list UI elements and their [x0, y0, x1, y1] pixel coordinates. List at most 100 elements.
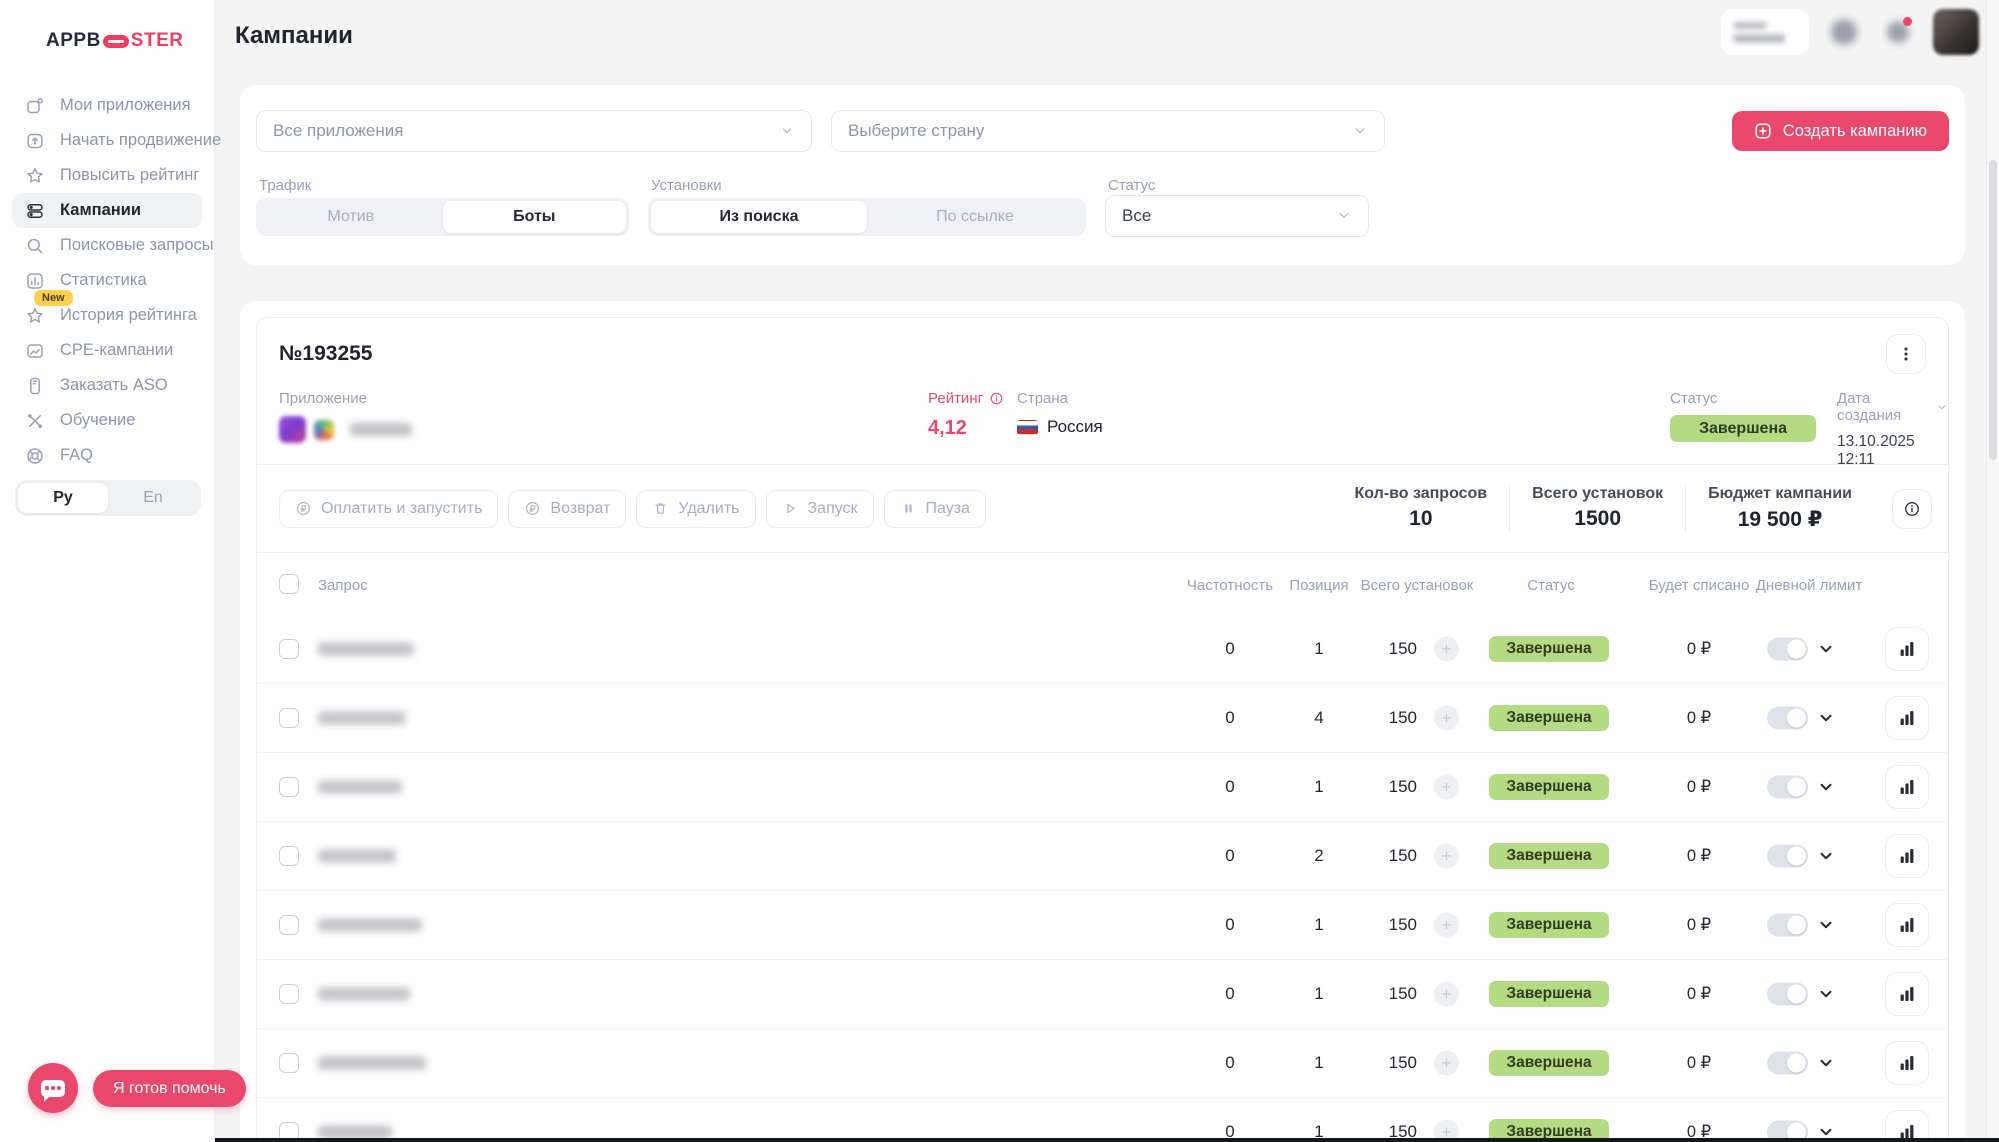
add-installs-button[interactable]: + [1434, 775, 1459, 800]
add-installs-button[interactable]: + [1434, 637, 1459, 662]
add-installs-button[interactable]: + [1434, 706, 1459, 731]
column-daily-limit: Дневной лимит [1756, 577, 1863, 594]
play-icon [782, 500, 799, 517]
sidebar-item-faq[interactable]: FAQ [12, 438, 202, 473]
row-checkbox[interactable] [279, 846, 299, 866]
user-avatar[interactable] [1933, 9, 1979, 55]
add-installs-button[interactable]: + [1434, 913, 1459, 938]
table-row: 0 1 150 + Завершена 0 ₽ [257, 753, 1948, 822]
language-toggle[interactable]: Ру En [15, 480, 201, 516]
bar-chart-icon [1897, 708, 1917, 728]
row-stats-button[interactable] [1885, 696, 1929, 740]
chat-button[interactable] [28, 1063, 78, 1113]
scrollbar-thumb[interactable] [1989, 160, 1997, 460]
row-checkbox[interactable] [279, 1053, 299, 1073]
bar-chart-icon [1897, 846, 1917, 866]
chevron-down-icon[interactable] [1817, 778, 1835, 796]
balance-pill-blurred[interactable] [1721, 9, 1809, 55]
chevron-down-icon[interactable] [1817, 709, 1835, 727]
chevron-down-icon[interactable] [1817, 640, 1835, 658]
row-stats-button[interactable] [1885, 834, 1929, 878]
traffic-option-bots[interactable]: Боты [443, 201, 627, 233]
info-icon[interactable] [989, 391, 1004, 406]
sidebar-item-education[interactable]: Обучение [12, 403, 202, 438]
row-stats-button[interactable] [1885, 765, 1929, 809]
row-checkbox[interactable] [279, 984, 299, 1004]
select-all-checkbox[interactable] [279, 574, 299, 594]
sidebar-item-campaigns[interactable]: Кампании [12, 193, 202, 228]
row-stats-button[interactable] [1885, 627, 1929, 671]
installs-option-search[interactable]: Из поиска [651, 201, 867, 233]
daily-limit-toggle[interactable] [1767, 707, 1808, 730]
stat-cell: Кол-во запросов 10 [1333, 485, 1510, 532]
query-text-blurred [318, 850, 396, 863]
currency-button[interactable] [1825, 13, 1863, 51]
charge-value: 0 ₽ [1687, 777, 1711, 797]
chevron-down-icon[interactable] [1817, 985, 1835, 1003]
frequency-value: 0 [1225, 915, 1234, 935]
row-status-badge: Завершена [1489, 1050, 1609, 1076]
sidebar-item-boost-rating[interactable]: Повысить рейтинг [12, 158, 202, 193]
chevron-down-icon[interactable] [1817, 847, 1835, 865]
traffic-option-motive[interactable]: Мотив [259, 201, 443, 233]
notifications-button[interactable] [1879, 13, 1917, 51]
campaign-menu-button[interactable] [1886, 334, 1926, 374]
sort-chevron-icon[interactable] [1936, 401, 1948, 414]
daily-limit-toggle[interactable] [1767, 983, 1808, 1006]
create-campaign-button[interactable]: Создать кампанию [1732, 111, 1949, 151]
column-query: Запрос [318, 577, 368, 594]
logo-text-prefix: APPB [46, 30, 101, 52]
query-text-blurred [318, 712, 406, 725]
country-label: Страна [1017, 390, 1103, 407]
daily-limit-toggle[interactable] [1767, 1052, 1808, 1075]
installs-value: 150 [1389, 915, 1417, 935]
lang-option-en[interactable]: En [108, 483, 198, 513]
sidebar-item-my-apps[interactable]: Мои приложения [12, 88, 202, 123]
add-installs-button[interactable]: + [1434, 1051, 1459, 1076]
query-text-blurred [318, 643, 414, 656]
help-button[interactable]: Я готов помочь [93, 1070, 246, 1107]
chevron-down-icon[interactable] [1817, 916, 1835, 934]
currency-icon [1831, 19, 1857, 45]
chevron-down-icon [1336, 208, 1352, 224]
daily-limit-toggle[interactable] [1767, 638, 1808, 661]
action-button[interactable]: Возврат [508, 490, 626, 528]
daily-limit-toggle[interactable] [1767, 914, 1808, 937]
window-bottom-edge [215, 1138, 1999, 1142]
row-checkbox[interactable] [279, 915, 299, 935]
sidebar-item-start-promotion[interactable]: Начать продвижение [12, 123, 202, 158]
installs-option-link[interactable]: По ссылке [867, 201, 1083, 233]
campaign-info-button[interactable] [1892, 489, 1932, 529]
add-installs-button[interactable]: + [1434, 982, 1459, 1007]
column-charge: Будет списано [1649, 577, 1750, 594]
row-stats-button[interactable] [1885, 972, 1929, 1016]
row-stats-button[interactable] [1885, 903, 1929, 947]
status-filter-dropdown[interactable]: Все [1105, 195, 1369, 237]
column-installs: Всего установок [1361, 577, 1474, 594]
campaign-card: №193255 Приложение [256, 317, 1949, 1142]
action-button[interactable]: Запуск [766, 490, 874, 528]
cross-icon [25, 411, 45, 431]
chevron-down-icon[interactable] [1817, 1054, 1835, 1072]
sidebar-item-cpe-campaigns[interactable]: CPE-кампании [12, 333, 202, 368]
action-button[interactable]: Удалить [636, 490, 755, 528]
action-button[interactable]: Оплатить и запустить [279, 490, 498, 528]
country-filter-dropdown[interactable]: Выберите страну [831, 110, 1385, 152]
sidebar-menu: Мои приложения Начать продвижение Повыси… [0, 88, 214, 473]
row-checkbox[interactable] [279, 777, 299, 797]
add-installs-button[interactable]: + [1434, 844, 1459, 869]
appbooster-logo[interactable]: APPBSTER [46, 30, 183, 52]
sidebar-item-search-queries[interactable]: Поисковые запросы [12, 228, 202, 263]
query-text-blurred [318, 781, 402, 794]
daily-limit-toggle[interactable] [1767, 845, 1808, 868]
daily-limit-toggle[interactable] [1767, 776, 1808, 799]
row-checkbox[interactable] [279, 708, 299, 728]
lang-option-ru[interactable]: Ру [18, 483, 108, 513]
action-button[interactable]: Пауза [884, 490, 986, 528]
row-stats-button[interactable] [1885, 1041, 1929, 1085]
app-filter-dropdown[interactable]: Все приложения [256, 110, 812, 152]
frequency-value: 0 [1225, 708, 1234, 728]
sidebar-item-rating-history[interactable]: New История рейтинга [12, 298, 202, 333]
sidebar-item-order-aso[interactable]: Заказать ASO [12, 368, 202, 403]
row-checkbox[interactable] [279, 639, 299, 659]
